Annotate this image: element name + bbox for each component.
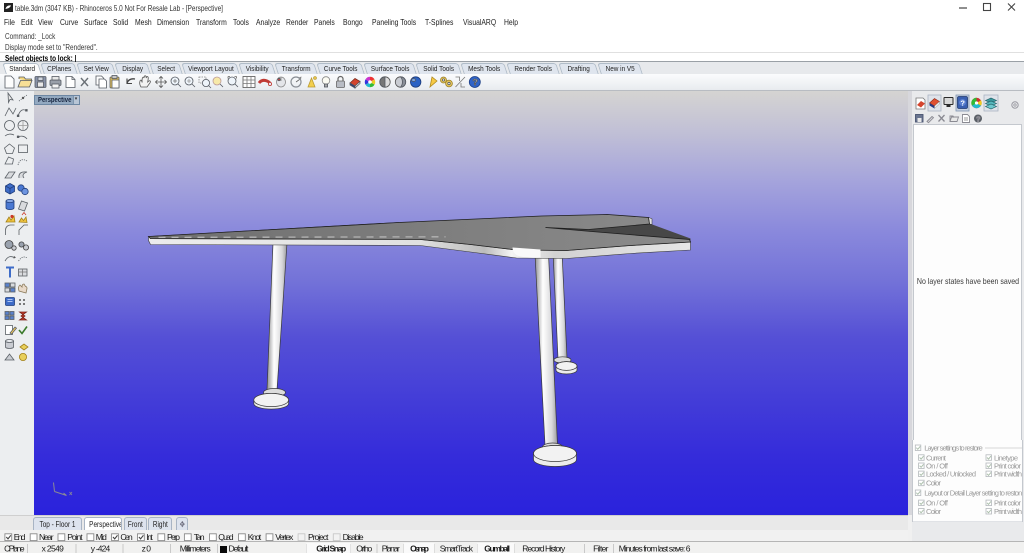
svg-text:Print width: Print width [994, 507, 1022, 516]
svg-text:Minutes from last save: 6: Minutes from last save: 6 [619, 544, 691, 553]
svg-text:x 2549: x 2549 [42, 544, 65, 553]
svg-text:Default: Default [229, 544, 250, 553]
svg-text:Record History: Record History [522, 544, 566, 553]
svg-text:Layout or Detail Layer setting: Layout or Detail Layer setting to reston [924, 489, 1022, 498]
svg-text:y -424: y -424 [91, 544, 111, 553]
svg-text:Ortho: Ortho [356, 544, 372, 553]
svg-text:Gumball: Gumball [484, 544, 510, 553]
svg-text:Color: Color [926, 479, 942, 488]
svg-text:Grid Snap: Grid Snap [316, 544, 346, 553]
svg-text:Layer settings to restore: Layer settings to restore [924, 444, 983, 453]
svg-text:SmartTrack: SmartTrack [440, 544, 474, 553]
svg-text:CPlane: CPlane [4, 544, 25, 553]
svg-text:z 0: z 0 [142, 544, 152, 553]
svg-text:Osnap: Osnap [410, 544, 429, 553]
svg-text:Millimeters: Millimeters [180, 544, 211, 553]
svg-text:?: ? [473, 77, 478, 87]
svg-text:Locked / Unlocked: Locked / Unlocked [926, 470, 976, 479]
svg-text:?: ? [960, 98, 965, 107]
svg-text:Color: Color [926, 507, 942, 516]
svg-text:Print width: Print width [994, 470, 1022, 479]
svg-text:Filter: Filter [593, 544, 609, 553]
svg-text:?: ? [976, 116, 980, 123]
svg-text:Planar: Planar [382, 544, 400, 553]
